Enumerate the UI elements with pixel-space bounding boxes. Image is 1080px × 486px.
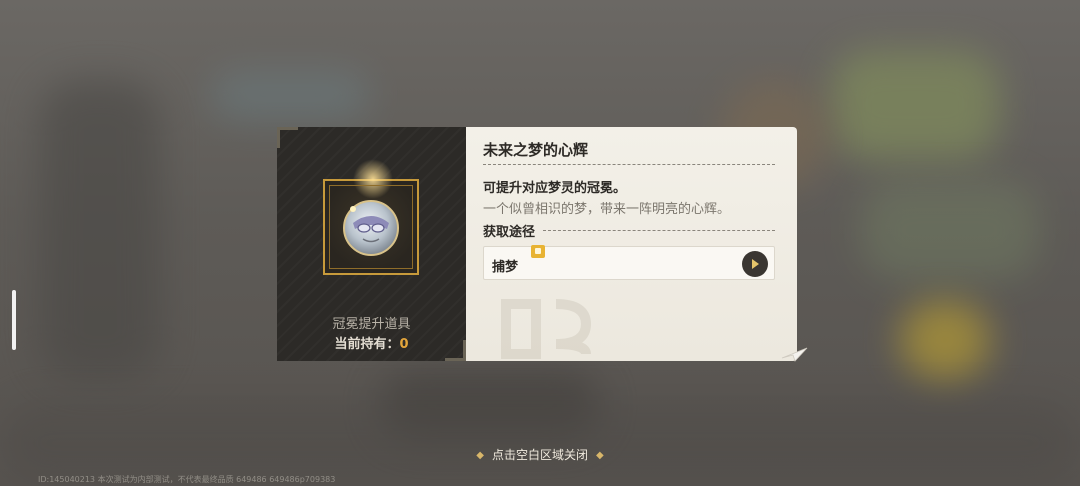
diamond-icon: ◆ [476, 450, 484, 461]
bg-shape [830, 50, 1000, 160]
side-drawer-handle[interactable] [12, 290, 16, 350]
watermark-decoration [496, 292, 636, 361]
item-name: 未来之梦的心辉 [483, 141, 589, 159]
owned-label: 当前持有： [334, 337, 400, 352]
item-flavor-text: 一个似曾相识的梦，带来一阵明亮的心辉。 [483, 202, 731, 217]
bg-shape [210, 70, 370, 120]
sparkle-glow [353, 159, 393, 199]
close-hint: ◆ 点击空白区域关闭 ◆ [0, 446, 1080, 463]
build-info-note: ID:145040213 本次测试为内部测试，不代表最终品质 649486 64… [38, 475, 336, 484]
corner-ornament [277, 127, 298, 148]
title-divider [483, 164, 775, 165]
close-hint-text: 点击空白区域关闭 [491, 448, 588, 462]
item-category: 冠冕提升道具 [332, 317, 411, 332]
watermark-glyph-icon [501, 299, 592, 359]
go-to-source-button[interactable] [742, 251, 768, 277]
arrow-right-icon [752, 259, 759, 269]
paper-plane-icon [781, 347, 808, 362]
new-tag-icon [531, 245, 545, 258]
source-label: 捕梦 [492, 260, 519, 275]
source-section-header: 获取途径 [483, 221, 775, 240]
item-info-panel: 未来之梦的心辉 可提升对应梦灵的冠冕。 一个似曾相识的梦，带来一阵明亮的心辉。 … [466, 127, 797, 361]
item-preview-panel: 冠冕提升道具 当前持有：0 [277, 127, 466, 361]
owned-count: 0 [399, 337, 409, 352]
source-item-dream-catch[interactable]: 捕梦 [483, 245, 775, 280]
bg-shape [900, 300, 990, 380]
section-divider [543, 230, 775, 231]
bg-shape [860, 180, 1040, 280]
masked-dream-spirit-badge-icon [343, 200, 399, 256]
item-detail-card: 冠冕提升道具 当前持有：0 未来之梦的心辉 可提升对应梦灵的冠冕。 一个似曾相识… [277, 127, 797, 361]
bg-shape [40, 80, 160, 380]
diamond-icon: ◆ [596, 450, 604, 461]
source-section-label: 获取途径 [483, 225, 536, 240]
owned-count-row: 当前持有：0 [277, 333, 466, 352]
item-icon-frame [323, 159, 419, 275]
item-effect-text: 可提升对应梦灵的冠冕。 [483, 181, 627, 196]
